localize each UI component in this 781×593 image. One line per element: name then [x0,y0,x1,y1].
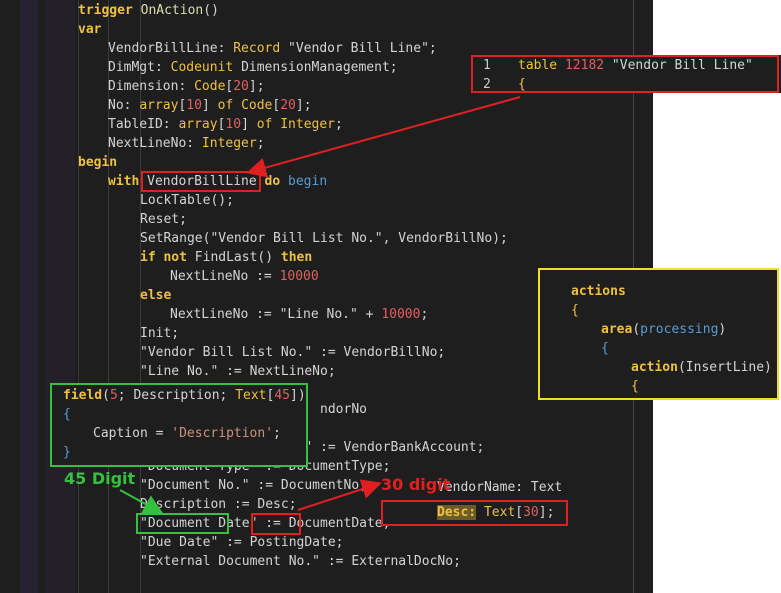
arrow-desc-to-30 [297,479,382,511]
annotation-arrows [119,96,521,514]
arrow-45-digit [119,489,164,514]
arrow-table-to-record [246,96,521,178]
